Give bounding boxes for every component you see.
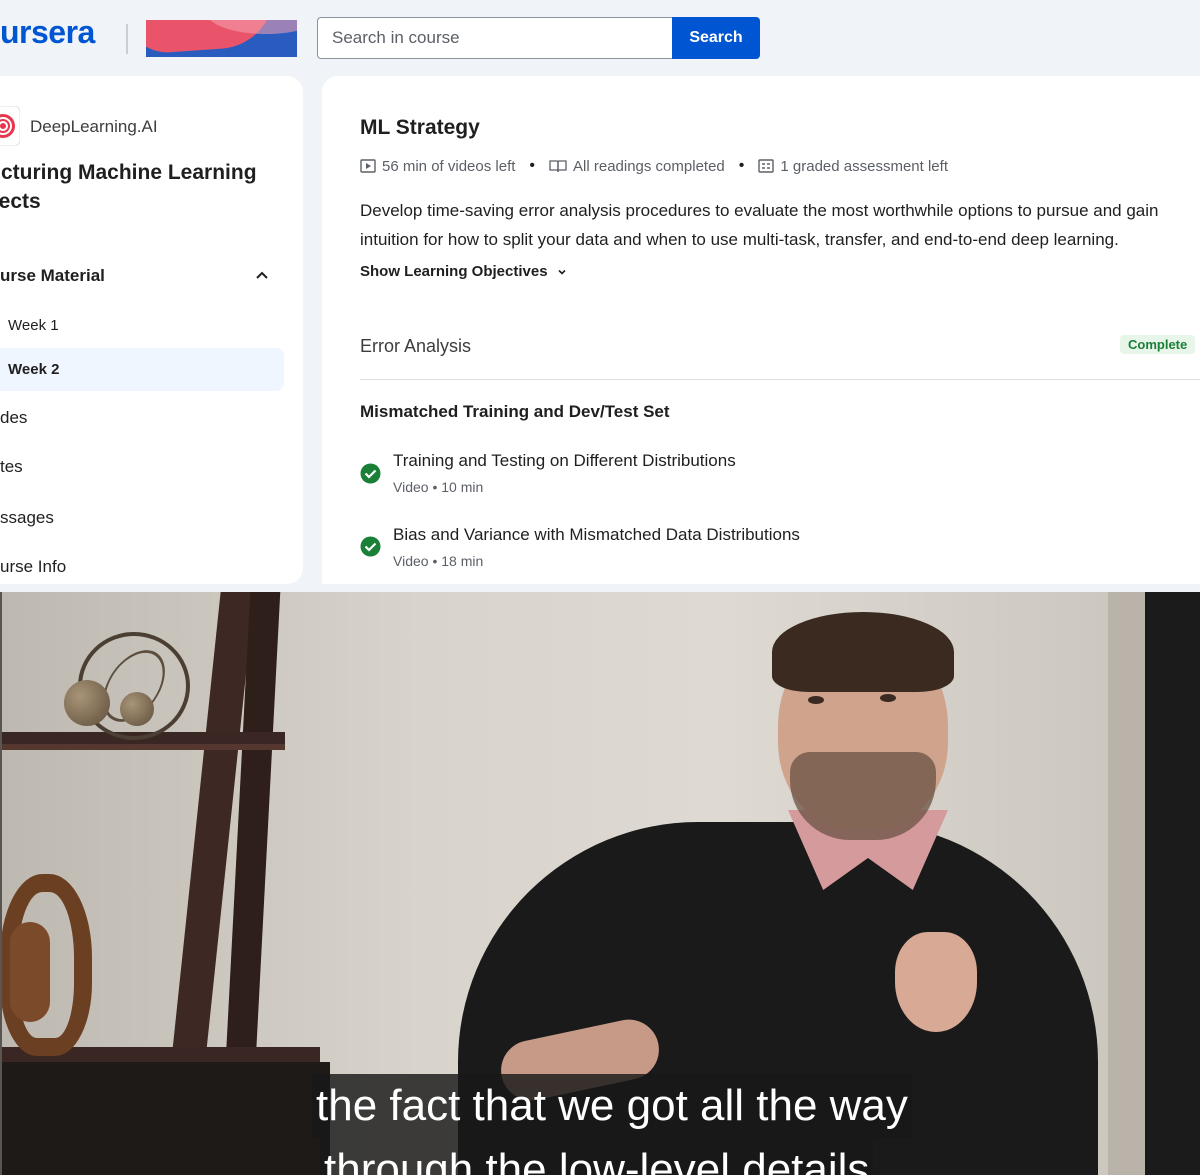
logo-divider [126,24,128,54]
search-button[interactable]: Search [672,17,760,59]
meta-separator: • [529,157,536,174]
video-door [1108,592,1148,1175]
book-icon [549,160,567,173]
completed-check-icon [360,463,381,484]
module-title: ML Strategy [360,116,480,139]
video-sphere-ball [64,680,110,726]
show-learning-objectives-button[interactable]: Show Learning Objectives [360,263,568,280]
top-bar: ursera Search [0,0,1200,78]
show-learning-objectives-label: Show Learning Objectives [360,263,548,280]
video-caption-line-2: through the low-level details [320,1138,874,1175]
completed-check-icon [360,536,381,557]
list-item-meta: Video • 10 min [393,479,484,495]
video-sphere-ball [120,692,154,726]
sidebar-item-course-info[interactable]: urse Info [0,557,66,577]
list-item-title[interactable]: Training and Testing on Different Distri… [393,451,736,471]
list-item-title[interactable]: Bias and Variance with Mismatched Data D… [393,525,800,545]
search-field[interactable] [317,17,672,59]
video-caption-line-1: the fact that we got all the way [312,1074,912,1138]
video-presenter-hand [895,932,977,1032]
module-content: ML Strategy 56 min of videos left • All … [322,76,1200,584]
lesson-subsection-title[interactable]: Mismatched Training and Dev/Test Set [360,402,670,422]
meta-separator: • [738,157,745,174]
search-input[interactable] [318,18,672,58]
readings-status: All readings completed [573,157,725,175]
sidebar-item-week-1[interactable]: Week 1 [8,317,59,334]
videos-left: 56 min of videos left [382,157,516,175]
course-org-name[interactable]: DeepLearning.AI [30,117,158,137]
video-dark-foreground [0,1062,330,1175]
course-title-line-2: ojects [0,190,41,213]
video-player[interactable]: the fact that we got all the way through… [0,592,1200,1175]
deeplearning-ai-logo-icon [0,106,20,146]
course-title-line-1: ructuring Machine Learning [0,161,257,184]
course-sidebar: DeepLearning.AI ructuring Machine Learni… [0,76,303,584]
video-shelf-edge [0,744,285,750]
chevron-down-icon [557,269,566,275]
video-presenter-eye [808,696,824,704]
video-presenter-hair [772,612,954,692]
course-material-label[interactable]: urse Material [0,266,105,286]
video-icon [360,159,376,173]
module-meta: 56 min of videos left • All readings com… [360,157,948,175]
video-door-frame [1145,592,1200,1175]
assessments-left: 1 graded assessment left [780,157,948,175]
status-badge: Complete [1120,335,1196,354]
list-item-meta: Video • 18 min [393,553,484,569]
sidebar-item-messages[interactable]: ssages [0,508,54,528]
sidebar-item-notes[interactable]: tes [0,457,23,477]
sidebar-item-week-2[interactable]: Week 2 [8,361,59,378]
divider [360,379,1200,380]
module-description: Develop time-saving error analysis proce… [360,201,1159,249]
video-wood-sculpture-inner [10,922,50,1022]
coursera-logo[interactable]: ursera [0,14,95,51]
course-title: ructuring Machine Learning ojects [0,158,290,216]
chevron-up-icon[interactable] [255,268,269,282]
partner-banner [146,20,297,57]
lesson-error-analysis[interactable]: Error Analysis [360,336,471,357]
video-left-edge [0,592,2,1175]
sidebar-item-grades[interactable]: des [0,408,27,428]
assessment-icon [758,159,775,173]
video-presenter-eye [880,694,896,702]
